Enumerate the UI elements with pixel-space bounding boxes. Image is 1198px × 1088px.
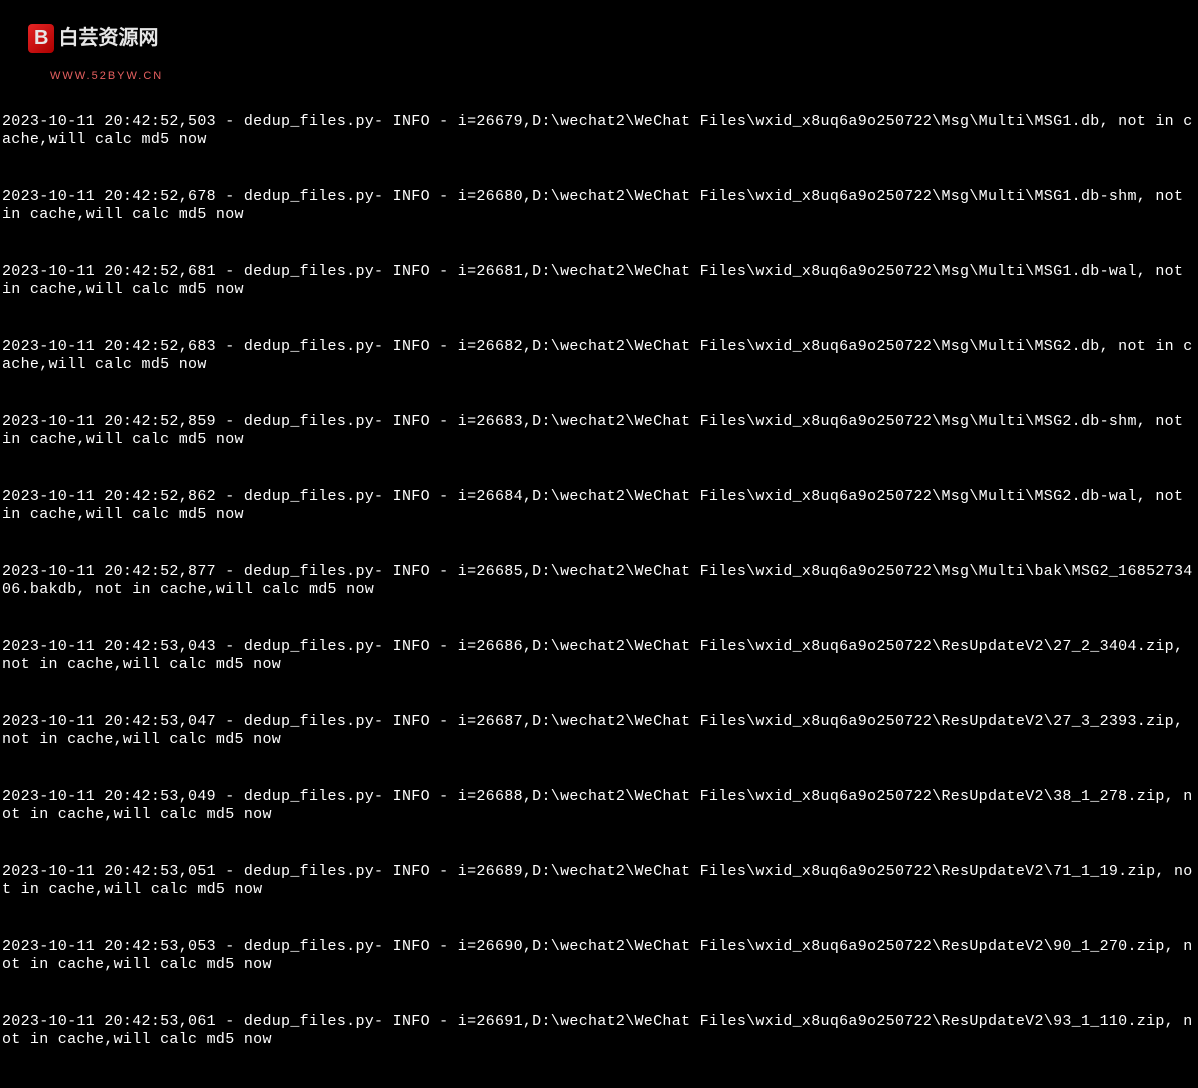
- log-line: 2023-10-11 20:42:52,859 - dedup_files.py…: [2, 413, 1196, 451]
- watermark-brand-text: 白芸资源网: [58, 26, 158, 51]
- watermark-logo-icon: B: [28, 24, 54, 53]
- log-line: 2023-10-11 20:42:53,053 - dedup_files.py…: [2, 938, 1196, 976]
- log-line: 2023-10-11 20:42:53,051 - dedup_files.py…: [2, 863, 1196, 901]
- log-line: 2023-10-11 20:42:52,681 - dedup_files.py…: [2, 263, 1196, 301]
- log-line: 2023-10-11 20:42:52,862 - dedup_files.py…: [2, 488, 1196, 526]
- log-line: 2023-10-11 20:42:52,877 - dedup_files.py…: [2, 563, 1196, 601]
- log-line: 2023-10-11 20:42:53,049 - dedup_files.py…: [2, 788, 1196, 826]
- terminal-output[interactable]: 2023-10-11 20:42:52,503 - dedup_files.py…: [0, 75, 1198, 619]
- log-line: 2023-10-11 20:42:53,047 - dedup_files.py…: [2, 713, 1196, 751]
- log-line: 2023-10-11 20:42:52,683 - dedup_files.py…: [2, 338, 1196, 376]
- log-line: 2023-10-11 20:42:53,061 - dedup_files.py…: [2, 1013, 1196, 1051]
- watermark-logo: B 白芸资源网: [28, 24, 158, 53]
- log-line: 2023-10-11 20:42:53,043 - dedup_files.py…: [2, 638, 1196, 676]
- log-line: 2023-10-11 20:42:52,503 - dedup_files.py…: [2, 113, 1196, 151]
- log-line: 2023-10-11 20:42:52,678 - dedup_files.py…: [2, 188, 1196, 226]
